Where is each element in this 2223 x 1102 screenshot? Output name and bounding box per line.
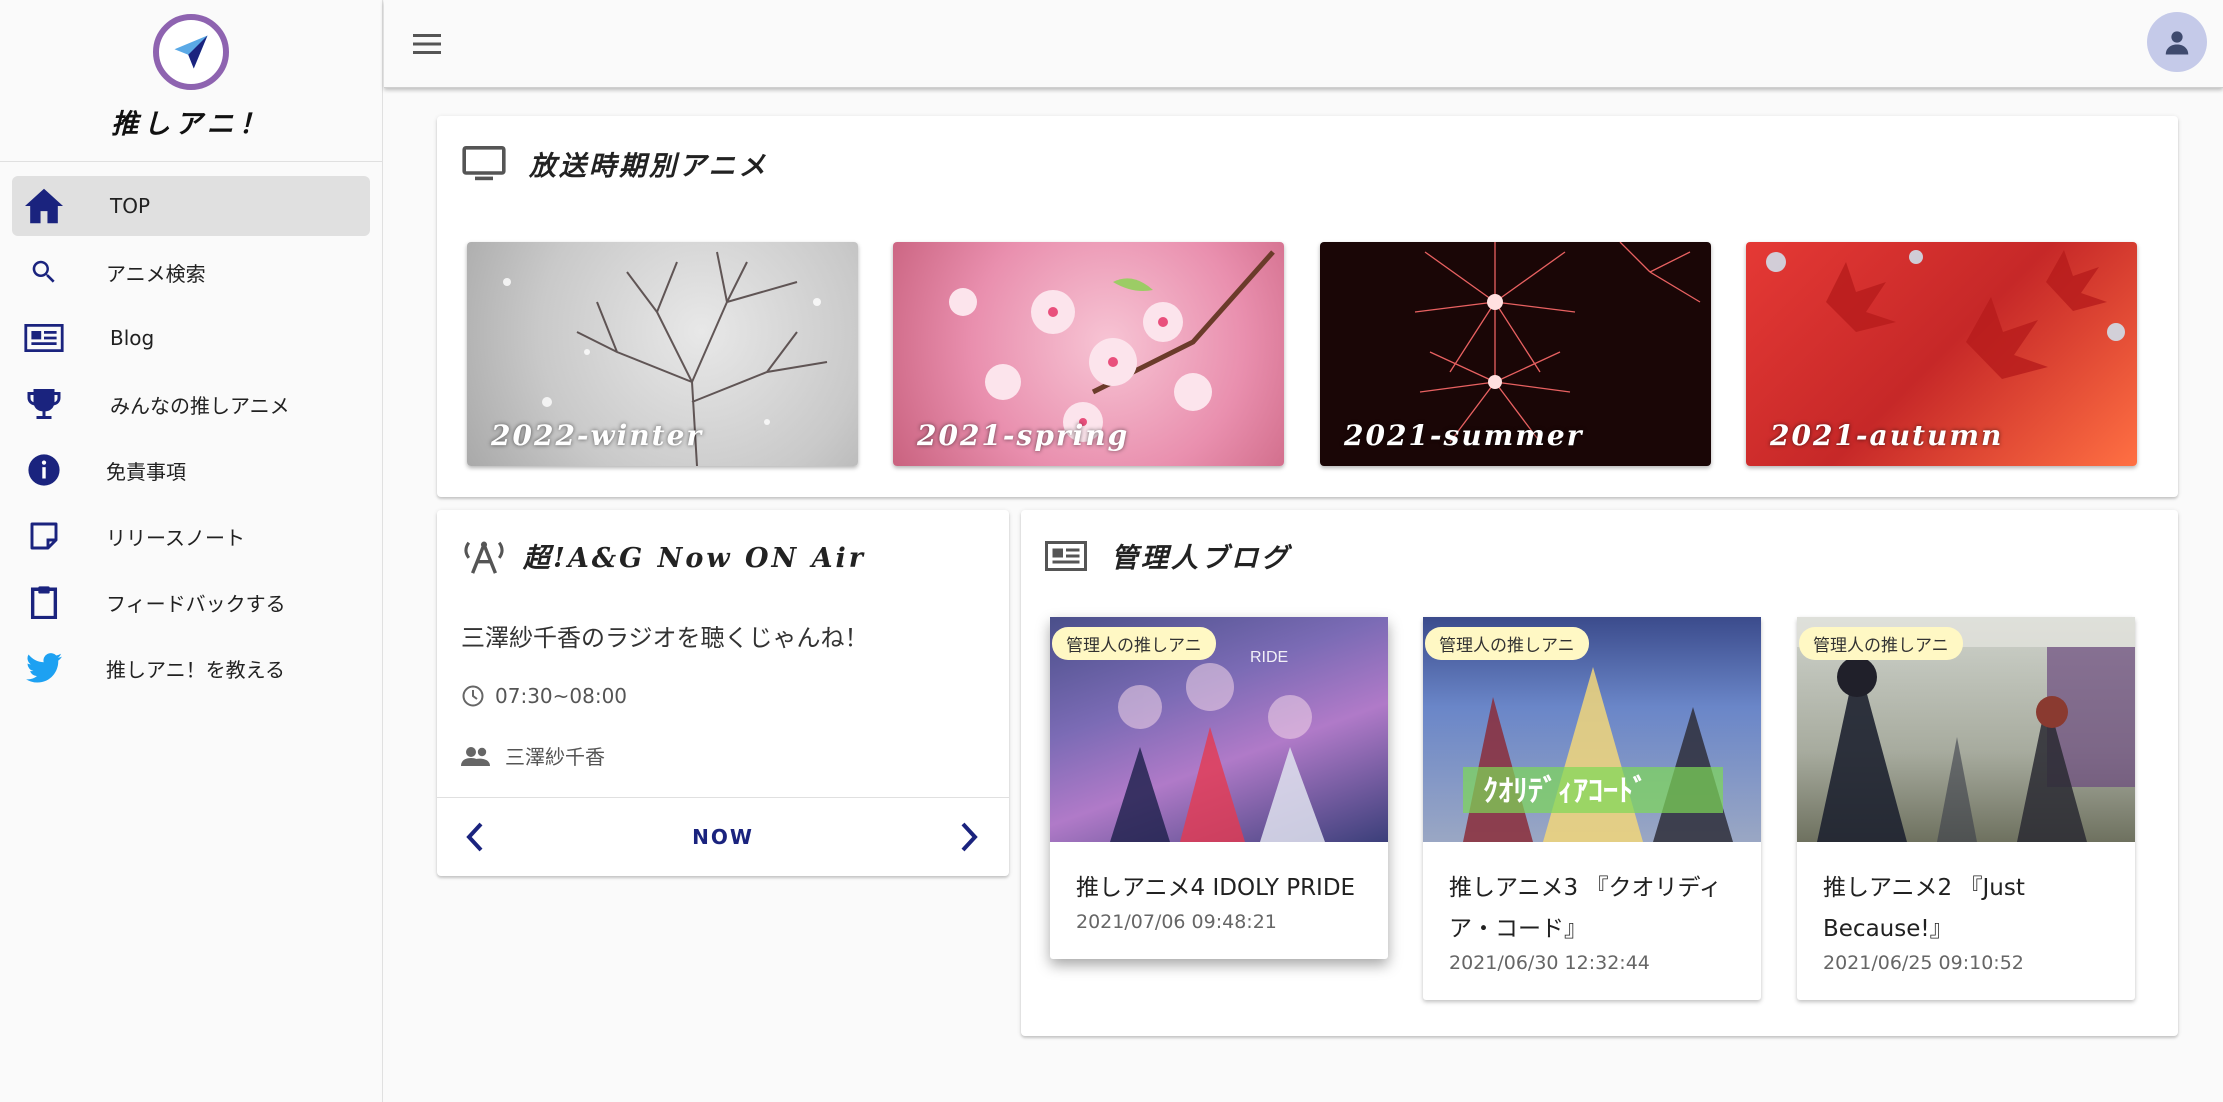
admin-blog-card: 管理人ブログ RIDE 管理人の推しアニ 推しアニメ4 IDOLY PRIDE … xyxy=(1021,510,2178,1036)
newspaper-icon xyxy=(1045,540,1087,571)
sidebar-item-blog[interactable]: Blog xyxy=(12,308,370,368)
blog-post-card[interactable]: 管理人の推しアニ 推しアニメ2 『Just Because!』 2021/06/… xyxy=(1797,617,2135,1000)
search-icon xyxy=(12,257,76,287)
sidebar-item-disclaimer[interactable]: 免責事項 xyxy=(12,440,370,500)
paper-plane-icon xyxy=(174,35,208,69)
now-on-air-card: 超!A&G Now ON Air 三澤紗千香のラジオを聴くじゃんね！ 07:30… xyxy=(437,510,1009,876)
personality-name: 三澤紗千香 xyxy=(505,745,605,769)
next-program-button[interactable] xyxy=(949,815,989,859)
blog-post-title: 推しアニメ3 『クオリディア・コード』 xyxy=(1449,875,1722,942)
nav-list: TOP アニメ検索 Blog みんなの推しアニメ 免責事項 リリースノート フィ… xyxy=(0,162,382,698)
divider xyxy=(437,797,1009,798)
program-time: 07:30~08:00 xyxy=(495,684,628,708)
sidebar-item-anime-search[interactable]: アニメ検索 xyxy=(12,242,370,302)
brand: 推しアニ！ xyxy=(0,0,382,162)
sidebar-item-label: 推しアニ！を教える xyxy=(106,657,285,682)
note-icon xyxy=(12,520,76,552)
season-label: 2021-autumn xyxy=(1770,419,2004,452)
blog-post-body: 推しアニメ4 IDOLY PRIDE 2021/07/06 09:48:21 xyxy=(1050,842,1388,959)
sidebar-item-label: みんなの推しアニメ xyxy=(110,393,290,418)
blog-post-date: 2021/07/06 09:48:21 xyxy=(1076,911,1277,933)
radio-antenna-icon xyxy=(464,541,504,574)
season-anime-card: 放送時期別アニメ 2022-winter 2021-spring 2021-su… xyxy=(437,116,2178,497)
blog-post-date: 2021/06/25 09:10:52 xyxy=(1823,952,2024,974)
clock-icon xyxy=(462,685,484,707)
sidebar-item-popular[interactable]: みんなの推しアニメ xyxy=(12,374,370,434)
svg-text:ｸｵﾘﾃﾞｨｱｺｰﾄﾞ: ｸｵﾘﾃﾞｨｱｺｰﾄﾞ xyxy=(1483,775,1648,808)
info-icon xyxy=(12,453,76,487)
season-tile-summer[interactable]: 2021-summer xyxy=(1320,242,1711,466)
chevron-left-icon xyxy=(466,822,483,852)
radio-card-header: 超!A&G Now ON Air xyxy=(461,536,866,575)
season-tile-winter[interactable]: 2022-winter xyxy=(467,242,858,466)
blog-post-body: 推しアニメ3 『クオリディア・コード』 2021/06/30 12:32:44 xyxy=(1423,842,1761,1000)
season-label: 2021-summer xyxy=(1344,419,1584,452)
blog-card-title: 管理人ブログ xyxy=(1111,543,1291,574)
blog-thumbnail: 管理人の推しアニ xyxy=(1797,617,2135,842)
app-logo[interactable] xyxy=(153,14,229,90)
blog-thumbnail: RIDE 管理人の推しアニ xyxy=(1050,617,1388,842)
blog-thumbnail: ｸｵﾘﾃﾞｨｱｺｰﾄﾞ 管理人の推しアニ xyxy=(1423,617,1761,842)
blog-post-date: 2021/06/30 12:32:44 xyxy=(1449,952,1650,974)
person-icon xyxy=(2165,31,2189,55)
newspaper-icon xyxy=(12,324,76,352)
clipboard-icon xyxy=(12,585,76,619)
category-chip: 管理人の推しアニ xyxy=(1425,627,1589,660)
twitter-icon xyxy=(12,653,76,683)
sidebar-item-label: TOP xyxy=(110,194,151,218)
season-card-title: 放送時期別アニメ xyxy=(529,151,769,182)
sidebar-item-feedback[interactable]: フィードバックする xyxy=(12,572,370,632)
program-time-row: 07:30~08:00 xyxy=(461,684,627,708)
category-chip: 管理人の推しアニ xyxy=(1052,627,1216,660)
sidebar-item-share[interactable]: 推しアニ！を教える xyxy=(12,638,370,698)
sidebar-item-release-notes[interactable]: リリースノート xyxy=(12,506,370,566)
sidebar-item-label: 免責事項 xyxy=(106,459,186,484)
blog-post-body: 推しアニメ2 『Just Because!』 2021/06/25 09:10:… xyxy=(1797,842,2135,1000)
people-icon xyxy=(461,746,490,766)
menu-button[interactable] xyxy=(408,24,448,64)
top-app-bar xyxy=(384,0,2223,88)
blog-card-header: 管理人ブログ xyxy=(1045,536,1291,575)
program-title: 三澤紗千香のラジオを聴くじゃんね！ xyxy=(461,624,869,652)
personality-row: 三澤紗千香 xyxy=(461,741,605,770)
svg-text:RIDE: RIDE xyxy=(1250,649,1288,666)
monitor-icon xyxy=(462,145,506,180)
blog-post-card[interactable]: ｸｵﾘﾃﾞｨｱｺｰﾄﾞ 管理人の推しアニ 推しアニメ3 『クオリディア・コード』… xyxy=(1423,617,1761,1000)
now-button[interactable]: NOW xyxy=(637,815,809,859)
blog-post-title: 推しアニメ4 IDOLY PRIDE xyxy=(1076,875,1356,901)
sidebar-item-top[interactable]: TOP xyxy=(12,176,370,236)
season-card-header: 放送時期別アニメ xyxy=(461,144,768,183)
category-chip: 管理人の推しアニ xyxy=(1799,627,1963,660)
chevron-right-icon xyxy=(961,822,978,852)
home-icon xyxy=(12,187,76,225)
season-tile-autumn[interactable]: 2021-autumn xyxy=(1746,242,2137,466)
season-label: 2022-winter xyxy=(491,419,704,452)
prev-program-button[interactable] xyxy=(455,815,495,859)
season-label: 2021-spring xyxy=(917,419,1130,452)
radio-card-title: 超!A&G Now ON Air xyxy=(523,543,866,574)
user-avatar-button[interactable] xyxy=(2147,12,2207,72)
season-tile-spring[interactable]: 2021-spring xyxy=(893,242,1284,466)
sidebar-item-label: リリースノート xyxy=(106,525,245,550)
app-name: 推しアニ！ xyxy=(111,109,271,140)
blog-post-title: 推しアニメ2 『Just Because!』 xyxy=(1823,875,2025,942)
sidebar-item-label: フィードバックする xyxy=(106,591,286,616)
sidebar-item-label: Blog xyxy=(110,326,155,350)
trophy-icon xyxy=(12,386,76,422)
hamburger-icon xyxy=(413,34,441,54)
sidebar: 推しアニ！ TOP アニメ検索 Blog みんなの推しアニメ 免責事項 リリース… xyxy=(0,0,383,1102)
sidebar-item-label: アニメ検索 xyxy=(106,261,206,286)
blog-post-card[interactable]: RIDE 管理人の推しアニ 推しアニメ4 IDOLY PRIDE 2021/07… xyxy=(1050,617,1388,959)
